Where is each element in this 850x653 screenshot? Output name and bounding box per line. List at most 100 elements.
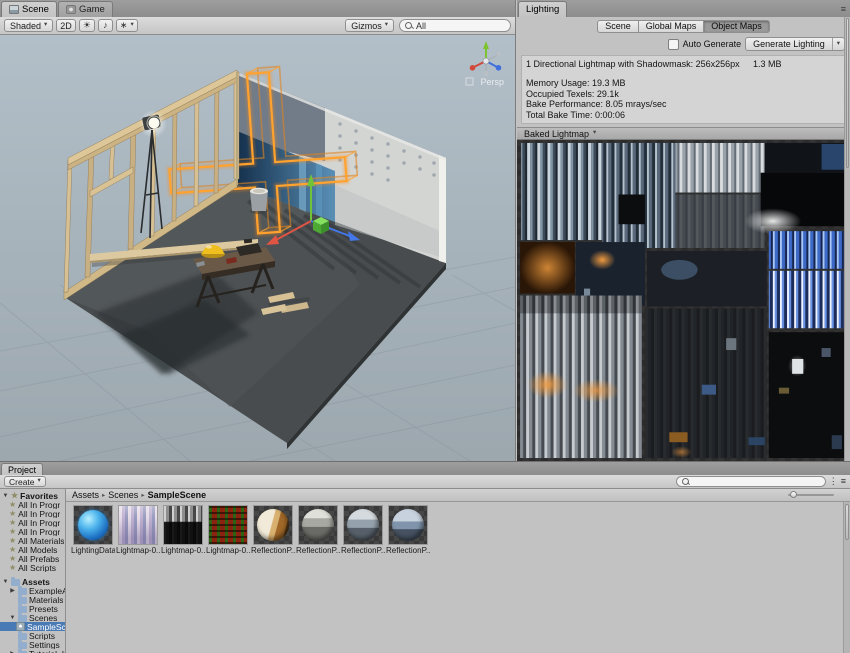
favorite-item[interactable]: ★ All Prefabs xyxy=(0,554,65,563)
breadcrumb-samplescene[interactable]: SampleScene xyxy=(148,490,207,500)
folder-icon xyxy=(18,642,27,649)
asset-label: Lightmap-0... xyxy=(206,546,250,555)
tab-lighting[interactable]: Lighting xyxy=(518,1,567,17)
lighting-tabstrip: Lighting ≡ xyxy=(517,0,850,17)
window-menu-icon[interactable]: ≡ xyxy=(841,4,846,14)
project-search-input[interactable] xyxy=(693,477,820,487)
tab-scene[interactable]: Scene xyxy=(1,1,57,17)
favorite-item-label: All Scripts xyxy=(18,563,56,572)
asset-lightmap-0[interactable]: Lightmap-0... xyxy=(117,505,159,555)
generate-lighting-button[interactable]: Generate Lighting ▾ xyxy=(745,37,845,51)
favorites-header-label: Favorites xyxy=(20,491,58,500)
favorite-item[interactable]: ★ All In Progr xyxy=(0,518,65,527)
star-icon: ★ xyxy=(9,537,16,545)
favorite-item[interactable]: ★ All In Progr xyxy=(0,509,65,518)
baked-lightmap-preview[interactable] xyxy=(517,140,850,461)
paint-bucket xyxy=(250,188,268,214)
foldout-open-icon[interactable]: ▼ xyxy=(9,615,16,621)
search-type-icon[interactable]: ⋮ xyxy=(829,477,838,486)
favorite-item-label: All Models xyxy=(18,545,57,554)
tree-item-materials[interactable]: Materials xyxy=(0,595,65,604)
favorite-item[interactable]: ★ All In Progr xyxy=(0,500,65,509)
generate-lighting-label: Generate Lighting xyxy=(746,39,832,49)
scene-lighting-toggle[interactable]: ☀ xyxy=(79,19,95,32)
chevron-down-icon: ▾ xyxy=(385,22,388,29)
persp-label[interactable]: Persp xyxy=(480,77,504,87)
tab-object-maps[interactable]: Object Maps xyxy=(704,20,770,33)
favorite-item[interactable]: ★ All Materials xyxy=(0,536,65,545)
create-button[interactable]: Create ▾ xyxy=(4,476,46,487)
draw-mode-dropdown[interactable]: Shaded ▾ xyxy=(4,19,53,32)
gizmos-dropdown[interactable]: Gizmos ▾ xyxy=(345,19,394,32)
asset-lightmap-2[interactable]: Lightmap-0... xyxy=(207,505,249,555)
scene-search-field[interactable] xyxy=(399,19,511,32)
lighting-pane: Lighting ≡ Scene Global Maps Object Maps… xyxy=(517,0,850,461)
tree-item-label: Scenes xyxy=(29,613,57,622)
slider-thumb[interactable] xyxy=(790,491,797,498)
asset-label: LightingData xyxy=(71,546,115,555)
project-scrollbar[interactable] xyxy=(843,502,850,653)
baked-lightmap-label: Baked Lightmap xyxy=(524,129,589,139)
auto-generate-label: Auto Generate xyxy=(683,39,742,49)
asset-reflectionprobe-1[interactable]: ReflectionP... xyxy=(297,505,339,555)
lightbulb-icon: ☀ xyxy=(83,21,91,30)
tab-global-maps[interactable]: Global Maps xyxy=(639,20,705,33)
unity-scene-icon xyxy=(16,622,25,631)
tree-item-scripts[interactable]: Scripts xyxy=(0,631,65,640)
project-tab-label: Project xyxy=(8,465,36,475)
scene-toolbar: Shaded ▾ 2D ☀ ♪ ∗ ▾ Gizmos ▾ xyxy=(0,17,515,35)
preview-header: Baked Lightmap ▾ xyxy=(517,127,850,140)
scene-search-input[interactable] xyxy=(416,21,505,31)
tree-item-tutorialinfo[interactable]: ▶ Tutorial_Inf xyxy=(0,649,65,653)
lightmap-thumbnail xyxy=(208,505,248,545)
window-menu-icon[interactable]: ≡ xyxy=(841,477,846,486)
asset-lightmap-1[interactable]: Lightmap-0... xyxy=(162,505,204,555)
tree-item-samplescene[interactable]: SampleScene xyxy=(0,622,65,631)
scene-audio-toggle[interactable]: ♪ xyxy=(98,19,113,32)
audio-icon: ♪ xyxy=(103,21,108,30)
scrollbar-thumb[interactable] xyxy=(845,504,849,540)
auto-generate-checkbox[interactable] xyxy=(668,39,679,50)
breadcrumb-scenes[interactable]: Scenes xyxy=(108,490,138,500)
favorite-item[interactable]: ★ All Scripts xyxy=(0,563,65,572)
foldout-closed-icon[interactable]: ▶ xyxy=(9,588,16,594)
thumbnail-size-slider[interactable] xyxy=(788,490,834,500)
favorite-item[interactable]: ★ All Models xyxy=(0,545,65,554)
generate-lighting-dropdown[interactable]: ▾ xyxy=(832,38,844,50)
reflectionprobe-thumbnail xyxy=(343,505,383,545)
lighting-scrollbar[interactable] xyxy=(844,17,850,461)
asset-label: ReflectionP... xyxy=(386,546,430,555)
tree-item-settings[interactable]: Settings xyxy=(0,640,65,649)
tree-item-label: Scripts xyxy=(29,631,55,640)
draw-mode-label: Shaded xyxy=(10,21,41,31)
tab-project[interactable]: Project xyxy=(1,463,43,475)
favorite-item-label: All Materials xyxy=(18,536,64,545)
tree-item-label: Tutorial_Inf xyxy=(29,649,65,653)
asset-reflectionprobe-3[interactable]: ReflectionP... xyxy=(387,505,429,555)
star-icon: ★ xyxy=(11,492,18,500)
baked-lightmap-dropdown[interactable]: Baked Lightmap ▾ xyxy=(520,128,600,139)
scene-effects-dropdown[interactable]: ∗ ▾ xyxy=(116,19,138,32)
favorite-item[interactable]: ★ All In Progr xyxy=(0,527,65,536)
breadcrumb-arrow-icon: ▸ xyxy=(102,491,105,499)
asset-lightingdata[interactable]: LightingData xyxy=(72,505,114,555)
tree-item-presets[interactable]: Presets xyxy=(0,604,65,613)
foldout-open-icon[interactable]: ▼ xyxy=(2,493,9,499)
foldout-open-icon[interactable]: ▼ xyxy=(2,579,9,585)
scene-3d-viewport[interactable]: Persp xyxy=(0,35,515,461)
tab-game[interactable]: Game xyxy=(58,1,113,17)
2d-toggle-button[interactable]: 2D xyxy=(56,19,76,32)
assets-header[interactable]: ▼ Assets xyxy=(0,577,65,586)
tree-item-exampleassets[interactable]: ▶ ExampleAss xyxy=(0,586,65,595)
folder-icon xyxy=(18,597,27,604)
asset-reflectionprobe-0[interactable]: ReflectionP... xyxy=(252,505,294,555)
asset-reflectionprobe-2[interactable]: ReflectionP... xyxy=(342,505,384,555)
generate-row: Auto Generate Generate Lighting ▾ xyxy=(517,35,850,53)
tab-lighting-scene[interactable]: Scene xyxy=(597,20,639,33)
favorites-header[interactable]: ▼ ★ Favorites xyxy=(0,491,65,500)
favorite-item-label: All In Progr xyxy=(18,518,60,527)
tree-item-scenes[interactable]: ▼ Scenes xyxy=(0,613,65,622)
lighting-scene-tab-label: Scene xyxy=(605,21,631,31)
breadcrumb-assets[interactable]: Assets xyxy=(72,490,99,500)
project-search-field[interactable] xyxy=(676,476,826,487)
